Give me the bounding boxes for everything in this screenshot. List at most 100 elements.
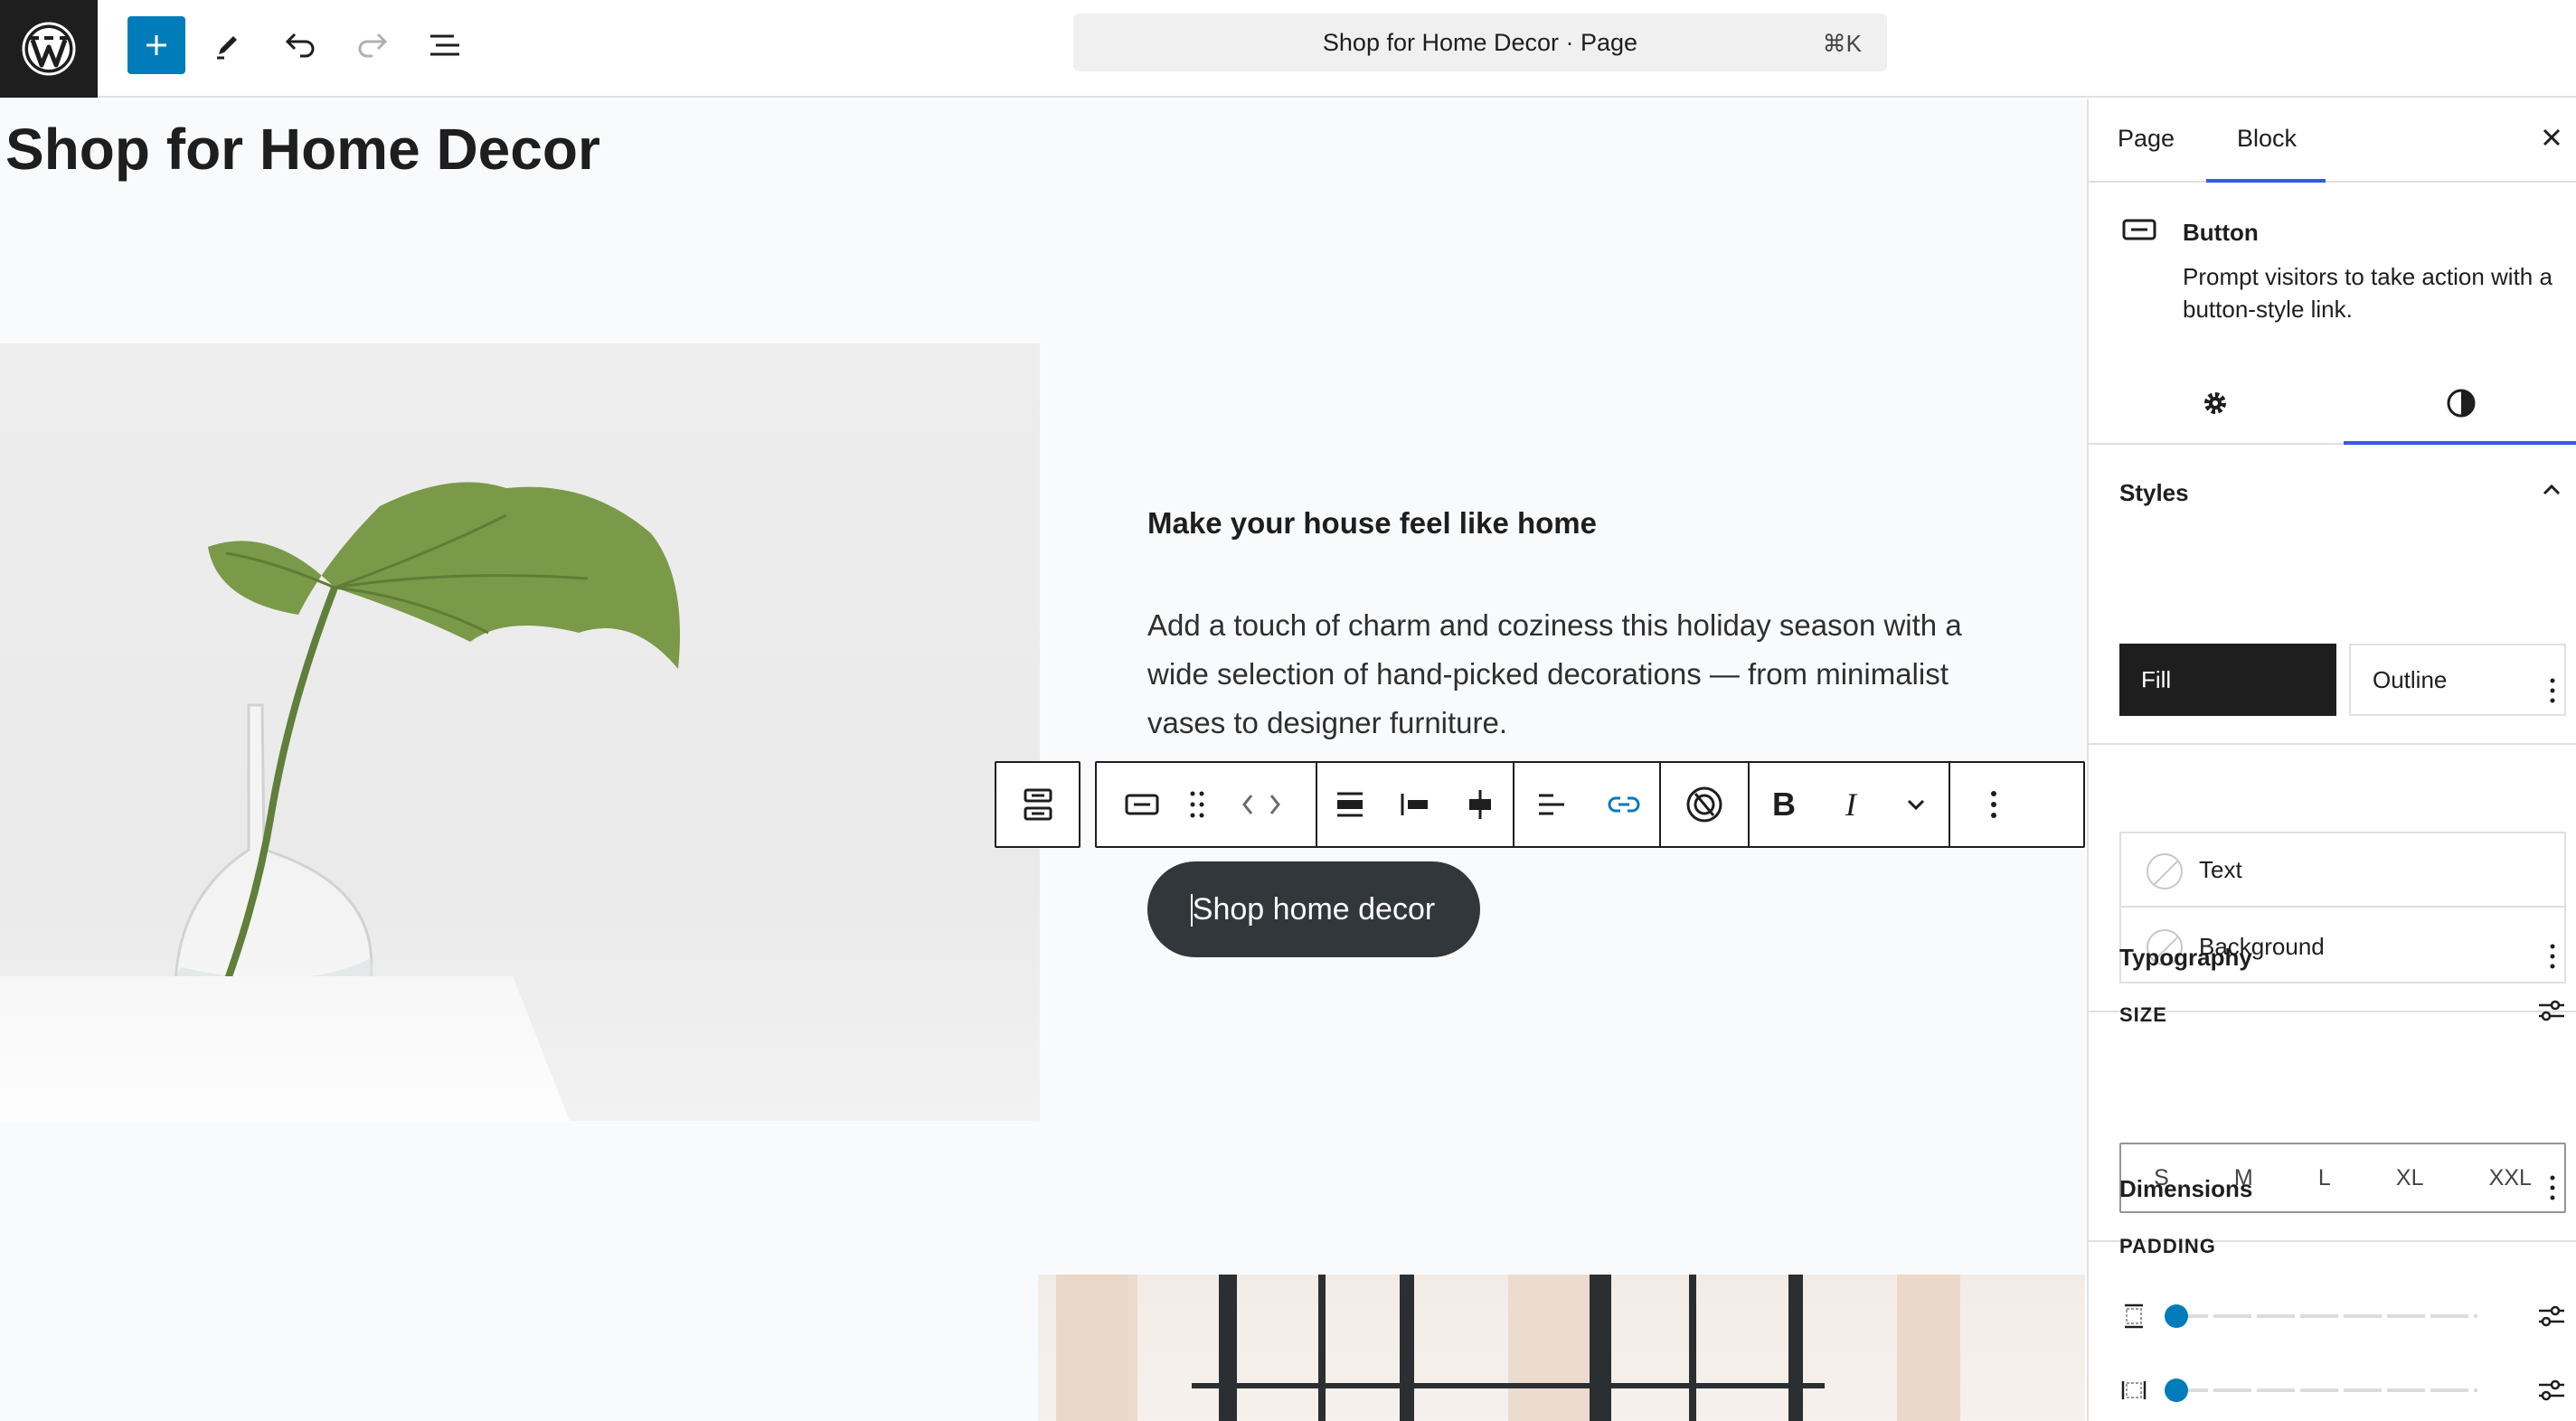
more-rich-text-button[interactable] (1883, 761, 1949, 848)
add-block-button[interactable] (127, 16, 185, 74)
align-left-block-icon (1401, 794, 1428, 815)
command-palette-bar[interactable]: Shop for Home Decor · Page ⌘K (1073, 14, 1887, 71)
redo-button[interactable] (344, 16, 401, 74)
dimensions-options-button[interactable] (2539, 1170, 2566, 1206)
chevron-left-right-icon (1242, 795, 1280, 814)
editor-top-bar: Shop for Home Decor · Page ⌘K (0, 0, 2576, 98)
italic-button[interactable]: I (1818, 761, 1883, 848)
active-subtab-indicator (2344, 441, 2576, 445)
bold-button[interactable]: B (1750, 761, 1818, 848)
pencil-icon (217, 36, 237, 60)
contrast-icon (2447, 389, 2475, 418)
align-left-button[interactable] (1382, 761, 1448, 848)
size-option-xxl[interactable]: XXL (2489, 1165, 2532, 1191)
size-label: SIZE (2119, 1003, 2167, 1026)
wordpress-icon (22, 22, 76, 76)
block-name: Button (2183, 219, 2259, 246)
gear-icon (2204, 392, 2226, 414)
settings-sidebar: Page Block Button Prompt visitors to tak… (2087, 99, 2576, 1421)
select-parent-block-button[interactable] (995, 761, 1080, 848)
block-options-button[interactable] (1950, 761, 2037, 848)
buttons-parent-icon (1024, 788, 1052, 821)
section-paragraph[interactable]: Add a touch of charm and coziness this h… (1147, 601, 2015, 748)
text-color-label: Text (2199, 855, 2242, 883)
padding-horizontal-icon (2121, 1381, 2147, 1399)
button-block-icon (2122, 219, 2156, 240)
tab-page[interactable]: Page (2118, 125, 2175, 153)
justify-center-icon (1337, 792, 1363, 817)
sidebar-tabs: Page Block (2089, 99, 2576, 183)
window-curtains-image[interactable] (1038, 1275, 2085, 1421)
custom-size-icon[interactable] (2537, 998, 2566, 1023)
style-outline-option[interactable]: Outline (2349, 644, 2566, 716)
drag-handle-icon (1190, 791, 1204, 818)
size-option-xl[interactable]: XL (2396, 1165, 2424, 1191)
jetpack-ai-button[interactable] (1661, 761, 1748, 848)
slider-thumb[interactable] (2165, 1304, 2188, 1328)
drag-handle[interactable] (1187, 761, 1207, 848)
document-overview-button[interactable] (416, 16, 474, 74)
settings-tab[interactable] (2089, 362, 2342, 445)
move-left-right-buttons[interactable] (1207, 761, 1316, 848)
table-surface (0, 976, 570, 1121)
typography-options-button[interactable] (2539, 938, 2566, 974)
typography-panel-title[interactable]: Typography (2119, 944, 2252, 972)
bold-icon: B (1772, 786, 1796, 823)
more-vertical-icon (2550, 1175, 2555, 1200)
link-button[interactable] (1589, 761, 1659, 848)
vertical-padding-control (2119, 1298, 2566, 1334)
vertical-align-button[interactable] (1448, 761, 1513, 848)
padding-vertical-icon (2125, 1303, 2143, 1329)
color-panel-title[interactable]: Color (2119, 678, 2181, 706)
window-illustration (1056, 1275, 1960, 1421)
link-icon (1608, 796, 1640, 813)
editor-canvas: Shop for Home Decor Make your house feel… (0, 99, 2085, 1421)
tools-button[interactable] (199, 16, 257, 74)
command-shortcut: ⌘K (1822, 30, 1862, 57)
document-title: Shop for Home Decor · Page (1322, 28, 1638, 56)
italic-icon: I (1845, 786, 1856, 823)
custom-value-icon[interactable] (2537, 1303, 2566, 1329)
close-sidebar-button[interactable] (2541, 127, 2562, 153)
panel-divider (2089, 743, 2576, 745)
empty-swatch-icon (2147, 853, 2183, 889)
text-align-button[interactable] (1514, 761, 1589, 848)
undo-button[interactable] (271, 16, 329, 74)
vase-plant-image[interactable] (0, 343, 1040, 1121)
custom-value-icon[interactable] (2537, 1378, 2566, 1403)
block-description: Prompt visitors to take action with a bu… (2183, 263, 2552, 323)
page-title[interactable]: Shop for Home Decor (5, 116, 600, 183)
dimensions-panel-title[interactable]: Dimensions (2119, 1175, 2252, 1203)
plus-icon (146, 35, 166, 55)
styles-tab[interactable] (2344, 362, 2576, 445)
align-center-block-icon (1469, 790, 1491, 819)
block-type-button[interactable] (1097, 761, 1187, 848)
active-tab-indicator (2206, 179, 2326, 183)
close-icon (2543, 128, 2561, 146)
tab-block[interactable]: Block (2237, 125, 2297, 153)
ai-assistant-icon (1686, 786, 1722, 823)
shop-home-decor-button[interactable]: Shop home decor (1147, 861, 1480, 957)
color-options-button[interactable] (2539, 673, 2566, 709)
size-option-l[interactable]: L (2318, 1165, 2331, 1191)
wordpress-logo-button[interactable] (0, 0, 98, 98)
more-vertical-icon (2550, 944, 2555, 969)
list-view-icon (430, 34, 459, 56)
section-heading[interactable]: Make your house feel like home (1147, 506, 1597, 541)
undo-icon (285, 33, 315, 58)
button-label[interactable]: Shop home decor (1193, 892, 1435, 927)
more-vertical-icon (2550, 678, 2555, 703)
text-color-item[interactable]: Text (2121, 833, 2564, 908)
chevron-up-icon[interactable] (2541, 483, 2562, 497)
horizontal-padding-control (2119, 1372, 2566, 1408)
block-inspector-tabs (2089, 362, 2576, 445)
slider-track[interactable] (2170, 1314, 2477, 1318)
slider-track[interactable] (2170, 1388, 2477, 1392)
text-cursor (1191, 894, 1193, 927)
styles-panel-title[interactable]: Styles (2119, 479, 2189, 507)
block-toolbar: B I (1095, 761, 2085, 848)
slider-thumb[interactable] (2165, 1379, 2188, 1402)
more-vertical-icon (1991, 791, 1996, 818)
justify-button[interactable] (1317, 761, 1382, 848)
redo-icon (358, 33, 388, 58)
